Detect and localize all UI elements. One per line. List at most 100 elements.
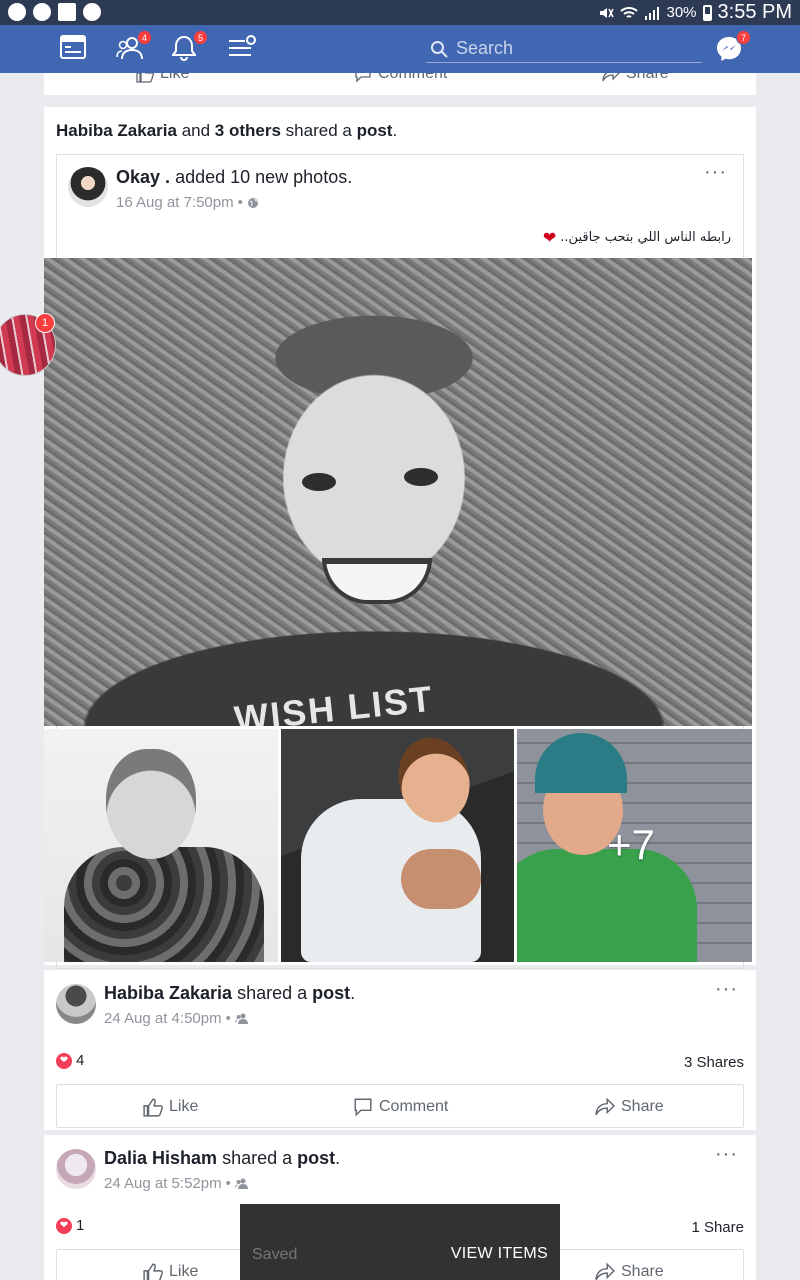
avatar[interactable] <box>68 167 108 207</box>
battery-icon <box>702 4 712 21</box>
author-name[interactable]: Okay . <box>116 167 170 187</box>
comment-button[interactable]: Comment <box>354 73 447 83</box>
share-icon <box>602 73 620 82</box>
system-status: 30% 3:55 PM <box>598 1 792 24</box>
like-button[interactable]: Like <box>136 73 189 83</box>
post-link[interactable]: post <box>357 121 393 140</box>
signal-icon <box>645 6 660 20</box>
news-feed-tab[interactable] <box>60 35 88 63</box>
post-meta: 16 Aug at 7:50pm • <box>116 194 259 211</box>
shares-count[interactable]: 1 Share <box>691 1219 744 1236</box>
like-button[interactable]: Like <box>143 1097 198 1117</box>
battery-percent: 30% <box>666 4 697 21</box>
share-headline: Habiba Zakaria and 3 others shared a pos… <box>56 121 398 140</box>
reactions-summary[interactable]: ❤ 4 <box>56 1052 84 1069</box>
thumbs-up-icon <box>136 73 154 83</box>
like-label: Like <box>169 1098 199 1115</box>
search-bar[interactable]: Search <box>426 37 702 63</box>
messenger-badge: 7 <box>736 30 751 45</box>
snackbar-message: Saved <box>252 1246 298 1263</box>
shares-count[interactable]: 3 Shares <box>684 1054 744 1071</box>
reactions-summary[interactable]: ❤ 1 <box>56 1217 84 1234</box>
post-options-button[interactable]: ··· <box>715 1143 738 1166</box>
more-photos-count: +7 <box>607 821 655 868</box>
post-meta: 24 Aug at 4:50pm • <box>104 1010 248 1027</box>
photo-thumbnail[interactable] <box>281 729 514 962</box>
comment-label: Comment <box>379 1098 449 1115</box>
post-action-bar: Like Comment Share <box>56 1084 744 1128</box>
share-button[interactable]: Share <box>602 73 669 83</box>
messenger-button[interactable]: 7 <box>715 30 751 63</box>
search-placeholder: Search <box>456 38 514 58</box>
previous-post-actions: Like Comment Share <box>44 73 756 95</box>
reaction-count: 4 <box>76 1052 85 1069</box>
post-action-text: added 10 new photos. <box>175 167 353 187</box>
like-label: Like <box>169 1263 199 1280</box>
share-label: Share <box>626 73 669 82</box>
shared-post-card: Habiba Zakaria and 3 others shared a pos… <box>44 107 756 969</box>
friend-requests-tab[interactable]: 4 <box>116 30 152 63</box>
post-author-line: Habiba Zakaria shared a post. <box>104 983 356 1003</box>
saved-snackbar: Saved VIEW ITEMS <box>240 1204 560 1280</box>
post-author-line: Dalia Hisham shared a post. <box>104 1148 341 1168</box>
post-meta: 24 Aug at 5:52pm • <box>104 1175 248 1192</box>
post-caption: رابطه الناس اللي بتحب جاقين.. ❤ <box>542 228 731 247</box>
photo-thumbnail[interactable] <box>44 729 278 962</box>
share-label: Share <box>621 1263 664 1280</box>
reaction-count: 1 <box>76 1217 85 1234</box>
thumbs-up-icon <box>143 1263 163 1280</box>
news-feed-icon <box>60 35 86 59</box>
main-photo[interactable]: WISH LIST <box>44 258 752 726</box>
post-author-line: Okay . added 10 new photos. <box>116 167 352 188</box>
menu-tab[interactable] <box>228 35 256 63</box>
globe-icon <box>247 197 258 208</box>
comment-label: Comment <box>378 73 448 82</box>
love-reaction-icon: ❤ <box>56 1217 72 1234</box>
friends-audience-icon <box>234 1013 248 1024</box>
share-button[interactable]: Share <box>595 1097 664 1117</box>
chat-head-badge: 1 <box>35 313 55 333</box>
like-label: Like <box>160 73 190 82</box>
gallery-notification-icon <box>58 3 76 21</box>
notifications-tab[interactable]: 5 <box>171 30 208 63</box>
share-icon <box>595 1262 615 1280</box>
search-icon <box>431 41 448 58</box>
view-items-button[interactable]: VIEW ITEMS <box>451 1245 548 1263</box>
author-name[interactable]: Habiba Zakaria <box>104 983 232 1003</box>
mute-icon <box>600 7 615 18</box>
heart-emoji-icon: ❤ <box>542 228 557 247</box>
share-label: Share <box>621 1098 664 1115</box>
post-options-button[interactable]: ··· <box>715 978 738 1001</box>
avatar[interactable] <box>56 984 96 1024</box>
comment-icon <box>354 1098 372 1117</box>
status-bar: 30% 3:55 PM <box>0 0 800 25</box>
post-timestamp[interactable]: 24 Aug at 5:52pm <box>104 1175 222 1192</box>
post-link[interactable]: post <box>312 983 350 1003</box>
facebook-top-bar: 4 5 Search 7 <box>0 25 800 73</box>
comment-icon <box>355 73 371 83</box>
post-link[interactable]: post <box>297 1148 335 1168</box>
post-timestamp[interactable]: 24 Aug at 4:50pm <box>104 1010 222 1027</box>
avatar[interactable] <box>56 1149 96 1189</box>
friends-audience-icon <box>234 1178 248 1189</box>
others-link[interactable]: 3 others <box>215 121 281 140</box>
whatsapp-notification-icon <box>33 3 51 21</box>
notifications-badge: 5 <box>193 30 208 45</box>
actor-link[interactable]: Habiba Zakaria <box>56 121 177 140</box>
like-button[interactable]: Like <box>143 1262 198 1280</box>
clock: 3:55 PM <box>717 1 792 23</box>
share-icon <box>595 1097 615 1116</box>
share-button[interactable]: Share <box>595 1262 664 1280</box>
messenger-notification-icon <box>8 3 26 21</box>
post-timestamp[interactable]: 16 Aug at 7:50pm <box>116 194 234 211</box>
comment-button[interactable]: Comment <box>353 1097 448 1117</box>
facebook-notification-icon <box>83 3 101 21</box>
photo-shirt-text: WISH LIST <box>232 677 436 726</box>
friend-requests-badge: 4 <box>137 30 152 45</box>
shared-post-card: Habiba Zakaria shared a post. 24 Aug at … <box>44 970 756 1130</box>
photo-thumbnail-more[interactable]: +7 <box>517 729 752 962</box>
thumbs-up-icon <box>143 1098 163 1117</box>
post-options-button[interactable]: ··· <box>704 161 727 184</box>
love-reaction-icon: ❤ <box>56 1052 72 1069</box>
author-name[interactable]: Dalia Hisham <box>104 1148 217 1168</box>
